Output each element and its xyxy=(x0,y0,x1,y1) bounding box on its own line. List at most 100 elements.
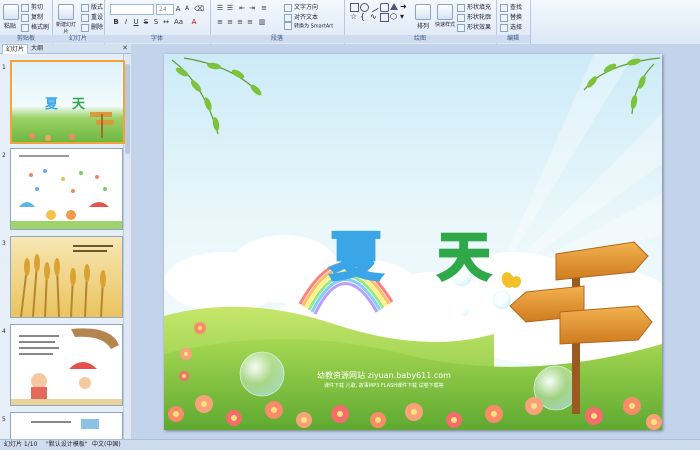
paragraph-group: ☰ ☰ ⇤ ⇥ ≡ ≡ ≡ ≡ ≡ ▥ 文字方向 对齐文本 转换为 SmartA… xyxy=(210,0,345,44)
underline-icon[interactable]: U xyxy=(132,18,140,26)
shape-line-icon[interactable] xyxy=(368,1,379,13)
current-slide[interactable]: 夏 天 幼教资源网站 ziyuan.baby611.com 课件下载 儿歌, 故… xyxy=(164,54,662,430)
tab-slides[interactable]: 幻灯片 xyxy=(2,44,29,54)
find-button[interactable]: 查找 xyxy=(500,2,522,12)
shape-triangle-icon[interactable] xyxy=(390,3,398,10)
shape-fill-button[interactable]: 形状填充 xyxy=(457,2,491,12)
cut-label: 剪切 xyxy=(31,4,44,11)
align-center-icon[interactable]: ≡ xyxy=(226,18,234,26)
shape-star-icon[interactable]: ☆ xyxy=(350,13,357,21)
new-slide-button[interactable]: 新建幻灯片 xyxy=(55,4,77,35)
font-color-icon[interactable]: A xyxy=(190,18,198,26)
reset-button[interactable]: 重设 xyxy=(81,12,103,22)
shape-effects-button[interactable]: 形状效果 xyxy=(457,22,491,32)
text-direction-button[interactable]: 文字方向 xyxy=(284,2,318,12)
clear-format-icon[interactable]: ⌫ xyxy=(194,5,204,13)
close-icon[interactable]: ✕ xyxy=(122,44,128,53)
watermark-site: 幼教资源网站 ziyuan.baby611.com xyxy=(317,371,451,380)
slide-thumbnail-4[interactable] xyxy=(10,324,123,406)
thumb-1-art: 夏 天 xyxy=(29,97,114,141)
copy-icon xyxy=(21,13,29,22)
layout-label: 版式 xyxy=(91,4,104,11)
copy-button[interactable]: 复制 xyxy=(21,12,43,22)
fill-label: 形状填充 xyxy=(467,4,492,11)
slide-number: 1 xyxy=(2,64,6,71)
bold-icon[interactable]: B xyxy=(112,18,120,26)
thumb-1-title-char-1: 夏 xyxy=(44,97,59,112)
line-spacing-icon[interactable]: ≡ xyxy=(260,4,268,12)
format-painter-button[interactable]: 格式刷 xyxy=(21,22,49,32)
slide-thumbnail-1[interactable]: 夏 天 xyxy=(10,60,125,144)
slide-thumbnail-2[interactable] xyxy=(10,148,123,230)
text-direction-label: 文字方向 xyxy=(294,4,319,11)
clipboard-group-label: 剪贴板 xyxy=(0,35,52,43)
new-slide-icon xyxy=(58,4,74,20)
editing-group: 查找 替换 选择 编辑 xyxy=(496,0,531,44)
delete-button[interactable]: 删除 xyxy=(81,22,103,32)
shape-outline-button[interactable]: 形状轮廓 xyxy=(457,12,491,22)
font-name-box[interactable] xyxy=(110,4,154,15)
decrease-indent-icon[interactable]: ⇤ xyxy=(238,4,246,12)
cut-button[interactable]: 剪切 xyxy=(21,2,43,12)
slide-title-char-2[interactable]: 天 xyxy=(436,227,491,290)
quick-styles-button[interactable]: 快速样式 xyxy=(434,4,456,28)
drawing-group: ➜ ☆ { ∿ ⬡ ▾ 排列 快速样式 形状填充 形状轮廓 形状效果 绘图 xyxy=(344,0,497,44)
select-button[interactable]: 选择 xyxy=(500,22,522,32)
change-case-icon[interactable]: Aa xyxy=(174,18,183,26)
spacing-icon[interactable]: ↔ xyxy=(162,18,170,26)
shadow-icon[interactable]: S xyxy=(152,18,160,26)
paste-button[interactable]: 粘贴 xyxy=(3,4,19,30)
slide-number: 4 xyxy=(2,328,6,335)
scrollbar-thumb[interactable] xyxy=(125,64,130,154)
arrange-label: 排列 xyxy=(416,23,429,30)
binoculars-icon xyxy=(500,3,508,12)
italic-icon[interactable]: I xyxy=(122,18,130,26)
grow-font-icon[interactable]: A xyxy=(174,5,182,13)
bullets-icon[interactable]: ☰ xyxy=(216,4,224,12)
replace-button[interactable]: 替换 xyxy=(500,12,522,22)
shape-callout-icon[interactable] xyxy=(380,13,389,22)
numbering-icon[interactable]: ☰ xyxy=(226,4,234,12)
effects-label: 形状效果 xyxy=(467,24,492,31)
slide-title-char-1[interactable]: 夏 xyxy=(328,227,383,290)
shape-brace-icon[interactable]: { xyxy=(360,13,367,21)
shape-arrow-icon[interactable]: ➜ xyxy=(400,3,407,11)
find-label: 查找 xyxy=(510,4,523,11)
increase-indent-icon[interactable]: ⇥ xyxy=(248,4,256,12)
slide-thumbnail-3[interactable] xyxy=(10,236,123,318)
slides-group-label: 幻灯片 xyxy=(52,35,104,43)
slide-thumbnail-5[interactable] xyxy=(10,412,123,440)
quick-styles-label: 快速样式 xyxy=(434,22,455,28)
shape-hexagon-icon[interactable]: ⬡ xyxy=(390,13,397,21)
arrange-button[interactable]: 排列 xyxy=(414,4,432,30)
slides-group: 新建幻灯片 版式 重设 删除 幻灯片 xyxy=(52,0,105,44)
align-text-icon xyxy=(284,13,292,22)
outline-icon xyxy=(457,13,465,22)
columns-icon[interactable]: ▥ xyxy=(258,18,266,26)
copy-label: 复制 xyxy=(31,14,44,21)
align-left-icon[interactable]: ≡ xyxy=(216,18,224,26)
arrange-icon xyxy=(415,4,431,20)
cursor-icon xyxy=(500,23,508,32)
shrink-font-icon[interactable]: A xyxy=(183,5,191,13)
align-text-button[interactable]: 对齐文本 xyxy=(284,12,318,22)
quick-styles-icon xyxy=(437,4,453,20)
font-group: 24 A A ⌫ B I U S S ↔ Aa A 字体 xyxy=(104,0,211,44)
shape-more-icon[interactable]: ▾ xyxy=(400,13,407,21)
align-right-icon[interactable]: ≡ xyxy=(236,18,244,26)
strikethrough-icon[interactable]: S xyxy=(142,18,150,26)
reset-icon xyxy=(81,13,89,22)
paragraph-group-label: 段落 xyxy=(210,35,344,43)
reset-label: 重设 xyxy=(91,14,104,21)
shape-curve-icon[interactable]: ∿ xyxy=(370,13,377,21)
shape-rectangle-icon[interactable] xyxy=(350,3,359,12)
justify-icon[interactable]: ≡ xyxy=(246,18,254,26)
tab-outline[interactable]: 大纲 xyxy=(28,44,46,53)
shape-rounded-rect-icon[interactable] xyxy=(380,3,389,12)
layout-button[interactable]: 版式 xyxy=(81,2,103,12)
smartart-button[interactable]: 转换为 SmartArt xyxy=(284,22,333,30)
brush-icon xyxy=(21,23,29,32)
font-size-box[interactable]: 24 xyxy=(156,4,174,15)
slides-panel: 幻灯片 大纲 ✕ 1 夏 天 2 3 4 5 xyxy=(0,44,132,440)
new-slide-label: 新建幻灯片 xyxy=(55,22,76,35)
